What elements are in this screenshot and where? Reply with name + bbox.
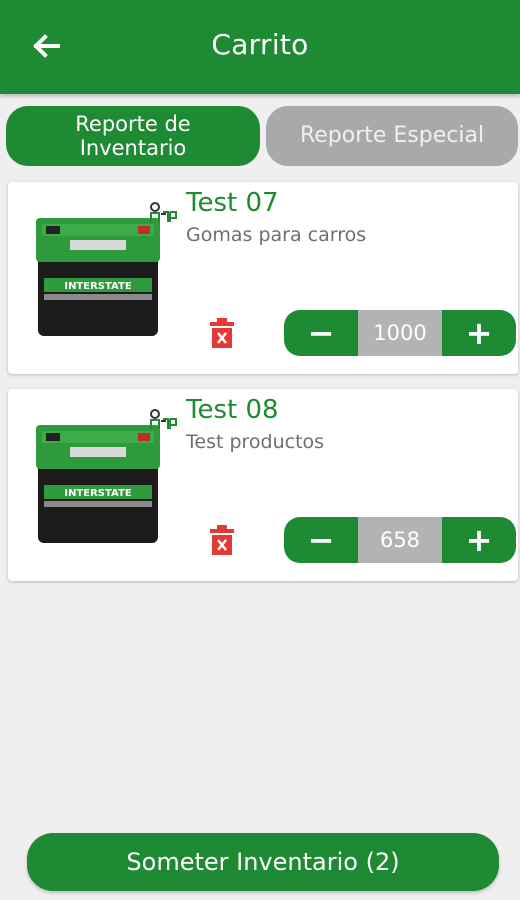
delete-icon[interactable] <box>210 318 234 348</box>
battery-brand-text: INTERSTATE <box>64 281 131 292</box>
delete-icon[interactable] <box>210 525 234 555</box>
quantity-value[interactable]: 1000 <box>358 310 442 356</box>
quantity-stepper: − 658 + <box>284 517 516 563</box>
increase-button[interactable]: + <box>442 517 516 563</box>
quantity-value[interactable]: 658 <box>358 517 442 563</box>
decrease-button[interactable]: − <box>284 517 358 563</box>
cart-item-card: INTERSTATE Test 08 Test productos − 658 … <box>8 389 518 581</box>
tab-label: Reporte Especial <box>299 123 485 148</box>
product-name: Test 08 <box>186 395 279 425</box>
battery-brand-text: INTERSTATE <box>64 488 131 499</box>
tab-reporte-inventario[interactable]: Reporte de Inventario <box>6 106 260 166</box>
page-title: Carrito <box>211 28 309 61</box>
app-bar: Carrito <box>0 0 520 94</box>
tab-label: Reporte de Inventario <box>75 112 191 160</box>
decrease-button[interactable]: − <box>284 310 358 356</box>
report-tabs: Reporte de Inventario Reporte Especial <box>6 106 518 166</box>
quantity-stepper: − 1000 + <box>284 310 516 356</box>
product-description: Gomas para carros <box>186 224 367 246</box>
product-image: INTERSTATE <box>36 425 160 543</box>
increase-button[interactable]: + <box>442 310 516 356</box>
tab-reporte-especial[interactable]: Reporte Especial <box>266 106 518 166</box>
cart-item-card: INTERSTATE Test 07 Gomas para carros − 1… <box>8 182 518 374</box>
product-description: Test productos <box>186 431 325 453</box>
product-image: INTERSTATE <box>36 218 160 336</box>
product-name: Test 07 <box>186 188 279 218</box>
brand-logo-icon <box>150 409 177 429</box>
brand-logo-icon <box>150 202 177 222</box>
submit-inventory-button[interactable]: Someter Inventario (2) <box>27 833 499 891</box>
